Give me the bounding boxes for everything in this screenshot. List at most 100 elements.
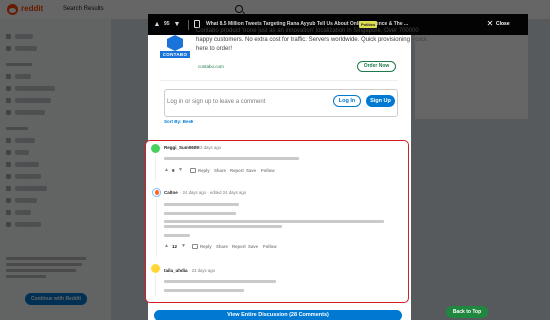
- sidebar-signin-label: Continue with Reddit: [31, 296, 81, 302]
- comment-login-prompt: Log in or sign up to leave a comment: [167, 99, 266, 105]
- ad-text-line: here to order!: [196, 46, 233, 52]
- reddit-logo-icon[interactable]: [7, 4, 18, 15]
- downvote-icon[interactable]: ▼: [178, 167, 183, 174]
- community-icon: [6, 110, 11, 115]
- comment-body-line: [164, 203, 239, 206]
- sidebar-item-label: [15, 98, 51, 103]
- sort-by-dropdown[interactable]: Sort By: Best: [164, 119, 193, 125]
- save-button[interactable]: Save: [248, 243, 258, 250]
- comment-body-line: [164, 280, 276, 283]
- report-button[interactable]: Report: [232, 243, 246, 250]
- sidebar-signin-button[interactable]: Continue with Reddit: [25, 293, 87, 305]
- home-icon: [6, 34, 11, 39]
- topic-icon: [6, 150, 11, 155]
- ad-logo-text: CONTABO: [160, 51, 190, 58]
- comment-icon[interactable]: [192, 244, 198, 249]
- sidebar-signup-text-line: [6, 275, 46, 278]
- comment-timestamp[interactable]: · 24 days ago · edited 24 days ago: [180, 190, 246, 196]
- topic-icon: [6, 198, 11, 203]
- divider: [188, 20, 189, 30]
- sidebar-section-heading: [6, 63, 32, 66]
- community-icon: [6, 98, 11, 103]
- view-entire-discussion-button[interactable]: View Entire Discussion (28 Comments): [154, 310, 402, 320]
- search-icon[interactable]: [235, 5, 243, 13]
- downvote-icon[interactable]: ▼: [173, 20, 181, 29]
- ad-domain-link[interactable]: contabo.com: [198, 64, 224, 70]
- avatar[interactable]: [152, 188, 161, 197]
- divider: [160, 80, 398, 81]
- comment-body-line: [164, 220, 384, 223]
- comment-score: 12: [172, 244, 178, 249]
- downvote-icon[interactable]: ▼: [181, 243, 186, 250]
- topic-icon: [6, 162, 11, 167]
- back-to-top-button[interactable]: Back to Top: [446, 306, 488, 318]
- comment-icon[interactable]: [190, 168, 196, 173]
- comment-author[interactable]: Caltoe: [164, 190, 178, 196]
- comment-body-line: [164, 212, 236, 215]
- topic-icon: [6, 138, 11, 143]
- back-to-top-label: Back to Top: [452, 309, 482, 315]
- log-in-button[interactable]: Log In: [333, 95, 361, 107]
- topic-icon: [6, 222, 11, 227]
- thread-line[interactable]: [155, 155, 156, 181]
- comment-author[interactable]: taila_uhdia: [164, 268, 188, 274]
- sign-up-label: Sign Up: [370, 98, 391, 104]
- sidebar-item-label: [15, 138, 35, 143]
- report-button[interactable]: Report: [230, 167, 244, 174]
- comment-body-line: [164, 234, 190, 237]
- close-icon[interactable]: ✕: [486, 19, 494, 28]
- thread-line[interactable]: [155, 275, 156, 297]
- upvote-icon[interactable]: ▲: [164, 167, 169, 174]
- topic-icon: [6, 210, 11, 215]
- share-button[interactable]: Share: [214, 167, 226, 174]
- sidebar-item-label: [15, 46, 37, 51]
- comment-timestamp[interactable]: · 23 days ago: [195, 145, 221, 151]
- avatar[interactable]: [151, 264, 160, 273]
- ad-logo[interactable]: CONTABO: [160, 35, 190, 59]
- upvote-icon[interactable]: ▲: [153, 20, 161, 29]
- close-button[interactable]: Close: [496, 21, 510, 28]
- comment-timestamp[interactable]: · 23 days ago: [189, 268, 215, 274]
- community-icon: [6, 86, 11, 91]
- order-now-button[interactable]: Order Now: [357, 61, 396, 72]
- contabo-cube-icon: [167, 35, 183, 51]
- ad-text-line: happy customers. No extra cost for traff…: [196, 37, 427, 43]
- sign-up-button[interactable]: Sign Up: [366, 95, 395, 107]
- popular-icon: [6, 46, 11, 51]
- reddit-wordmark[interactable]: reddit: [21, 4, 43, 14]
- sidebar-item-label: [15, 74, 31, 79]
- follow-button[interactable]: Follow: [261, 167, 275, 174]
- sidebar-item-label: [15, 222, 41, 227]
- sidebar-section-heading: [6, 127, 28, 130]
- sidebar-item-label: [15, 150, 29, 155]
- post-vote-count: 95: [164, 21, 170, 27]
- sidebar-item-label: [15, 86, 55, 91]
- sidebar-signup-text-line: [6, 263, 82, 266]
- upvote-icon[interactable]: ▲: [164, 243, 169, 250]
- avatar[interactable]: [151, 144, 160, 153]
- topic-icon: [6, 174, 11, 179]
- comment-body-line: [164, 157, 299, 160]
- sidebar-item-label: [15, 198, 37, 203]
- order-now-label: Order Now: [363, 63, 390, 69]
- comment-author[interactable]: Reggi_Sum0609: [164, 145, 199, 151]
- sidebar-item-label: [15, 186, 47, 191]
- chevron-down-icon[interactable]: ▼: [190, 119, 194, 125]
- ad-text-line: Contabo product 'none just as an innovat…: [196, 28, 419, 34]
- comment-body-line: [164, 225, 282, 228]
- sidebar-item-label: [15, 110, 45, 115]
- sidebar-item-label: [15, 162, 39, 167]
- save-button[interactable]: Save: [246, 167, 256, 174]
- reply-button[interactable]: Reply: [200, 243, 212, 250]
- left-sidebar: [0, 19, 111, 320]
- share-button[interactable]: Share: [216, 243, 228, 250]
- log-in-label: Log In: [338, 98, 356, 104]
- search-results-label: Search Results: [63, 6, 104, 12]
- community-icon: [6, 74, 11, 79]
- follow-button[interactable]: Follow: [263, 243, 277, 250]
- sidebar-item-label: [15, 210, 31, 215]
- reply-button[interactable]: Reply: [198, 167, 210, 174]
- comment-score: 9: [172, 168, 175, 173]
- thread-line[interactable]: [156, 199, 157, 257]
- sidebar-signup-text-line: [6, 269, 76, 272]
